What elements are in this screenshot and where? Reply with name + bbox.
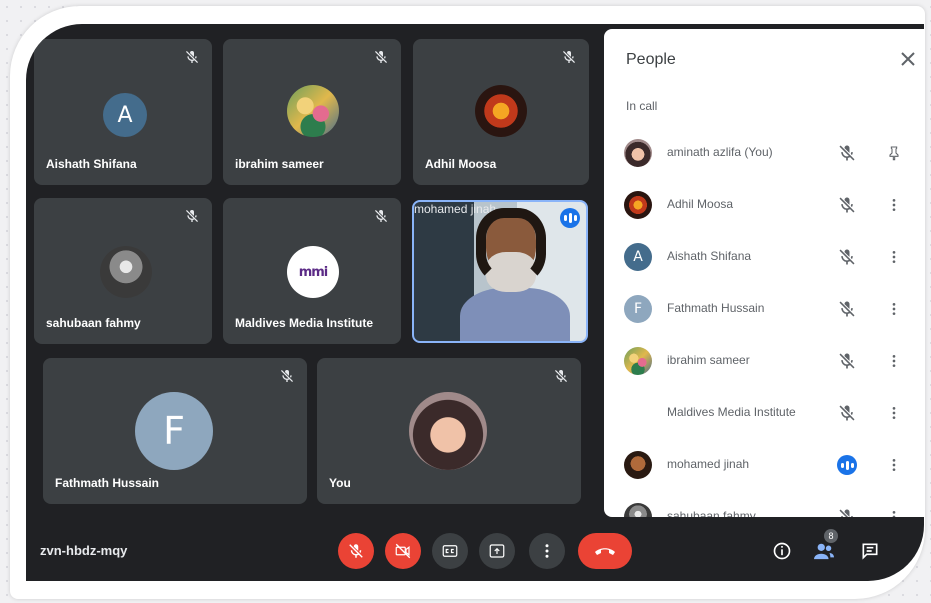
- more-vert-icon[interactable]: [886, 195, 902, 215]
- more-vert-icon: [545, 544, 549, 558]
- avatar: F: [135, 392, 213, 470]
- avatar: [624, 139, 652, 167]
- chat-button[interactable]: [856, 537, 884, 565]
- people-count-badge: 8: [824, 529, 838, 543]
- video-feed: [460, 288, 570, 341]
- avatar: [624, 191, 652, 219]
- mic-off-icon: [349, 544, 363, 558]
- mic-off-icon: [839, 197, 855, 213]
- avatar: F: [624, 295, 652, 323]
- tile-mohamed-jinah[interactable]: mohamed jinah: [412, 200, 588, 343]
- participant-row[interactable]: ibrahim sameer: [604, 335, 924, 387]
- participant-name: Aishath Shifana: [667, 249, 752, 263]
- more-vert-icon[interactable]: [886, 403, 902, 423]
- speaking-indicator-icon: [837, 455, 857, 475]
- mic-off-icon: [839, 509, 853, 517]
- mic-off-icon: [839, 405, 855, 421]
- participant-row[interactable]: mohamed jinah: [604, 439, 924, 491]
- participant-row[interactable]: Adhil Moosa: [604, 179, 924, 231]
- tile-adhil-moosa[interactable]: Adhil Moosa: [413, 39, 589, 185]
- mic-off-icon: [839, 301, 855, 317]
- avatar: [287, 85, 339, 137]
- participant-row[interactable]: sahubaan fahmy: [604, 491, 924, 517]
- people-icon: [814, 543, 834, 560]
- camera-toggle-button[interactable]: [385, 533, 421, 569]
- participant-name: Maldives Media Institute: [667, 405, 796, 419]
- avatar: [100, 246, 152, 298]
- meeting-info-button[interactable]: [768, 537, 796, 565]
- tile-aishath-shifana[interactable]: A Aishath Shifana: [34, 39, 212, 185]
- more-vert-icon[interactable]: [886, 507, 902, 517]
- people-button[interactable]: 8: [810, 529, 838, 565]
- more-vert-icon[interactable]: [886, 299, 902, 319]
- avatar: A: [624, 243, 652, 271]
- participant-row[interactable]: A Aishath Shifana: [604, 231, 924, 283]
- captions-icon: [442, 545, 458, 557]
- participant-name: ibrahim sameer: [235, 157, 324, 171]
- participant-name: mohamed jinah: [667, 457, 750, 471]
- tile-ibrahim-sameer[interactable]: ibrahim sameer: [223, 39, 401, 185]
- section-label: In call: [626, 99, 658, 113]
- mic-off-icon: [839, 249, 855, 265]
- present-button[interactable]: [479, 533, 515, 569]
- participant-name: aminath azlifa (You): [667, 145, 773, 159]
- captions-button[interactable]: [432, 533, 468, 569]
- avatar: [409, 392, 487, 470]
- tile-you[interactable]: You: [317, 358, 581, 504]
- meet-window: A Aishath Shifana ibrahim sameer Adhil M…: [26, 24, 924, 581]
- info-icon: [773, 542, 791, 560]
- participant-name: sahubaan fahmy: [46, 316, 141, 330]
- present-icon: [489, 544, 505, 558]
- more-options-button[interactable]: [529, 533, 565, 569]
- more-vert-icon[interactable]: [886, 351, 902, 371]
- participant-name: Adhil Moosa: [667, 197, 734, 211]
- participant-name: Fathmath Hussain: [55, 476, 160, 490]
- end-call-button[interactable]: [578, 533, 632, 569]
- tile-maldives-media-institute[interactable]: mmi Maldives Media Institute: [223, 198, 401, 344]
- avatar: [624, 347, 652, 375]
- close-icon[interactable]: [896, 47, 920, 71]
- mic-off-icon: [281, 370, 293, 382]
- meeting-code: zvn-hbdz-mqy: [40, 543, 128, 558]
- pin-icon[interactable]: [886, 143, 902, 163]
- avatar: [624, 503, 652, 517]
- mic-off-icon: [563, 51, 575, 63]
- participant-name: Adhil Moosa: [425, 157, 497, 171]
- phone-hangup-icon: [595, 548, 615, 555]
- more-vert-icon[interactable]: [886, 455, 902, 475]
- participant-name: You: [329, 476, 351, 490]
- participant-row[interactable]: F Fathmath Hussain: [604, 283, 924, 335]
- mic-off-icon: [555, 370, 567, 382]
- mic-off-icon: [375, 210, 387, 222]
- avatar: [624, 451, 652, 479]
- mic-off-icon: [186, 210, 198, 222]
- tile-sahubaan-fahmy[interactable]: sahubaan fahmy: [34, 198, 212, 344]
- participant-name: sahubaan fahmy: [667, 509, 756, 517]
- more-vert-icon[interactable]: [886, 247, 902, 267]
- video-off-icon: [395, 543, 411, 559]
- video-person-hair: [476, 208, 546, 284]
- control-bar: zvn-hbdz-mqy 8: [26, 521, 924, 581]
- participant-name: Aishath Shifana: [46, 157, 137, 171]
- participant-name: Fathmath Hussain: [667, 301, 765, 315]
- panel-title: People: [626, 51, 676, 68]
- speaking-indicator-icon: [560, 208, 580, 228]
- avatar: A: [103, 93, 147, 137]
- participant-row[interactable]: aminath azlifa (You): [604, 127, 924, 179]
- participant-row[interactable]: mmi Maldives Media Institute: [604, 387, 924, 439]
- tile-fathmath-hussain[interactable]: F Fathmath Hussain: [43, 358, 307, 504]
- people-panel: People In call aminath azlifa (You) Adhi…: [604, 29, 924, 517]
- mic-off-icon: [839, 353, 855, 369]
- mmi-logo: mmi: [624, 399, 652, 427]
- participant-name: Maldives Media Institute: [235, 316, 374, 330]
- mmi-logo: mmi: [287, 246, 339, 298]
- mic-off-icon: [186, 51, 198, 63]
- mic-off-icon: [839, 145, 855, 161]
- avatar: [475, 85, 527, 137]
- mic-toggle-button[interactable]: [338, 533, 374, 569]
- mic-off-icon: [375, 51, 387, 63]
- chat-icon: [862, 543, 878, 560]
- participant-name: ibrahim sameer: [667, 353, 750, 367]
